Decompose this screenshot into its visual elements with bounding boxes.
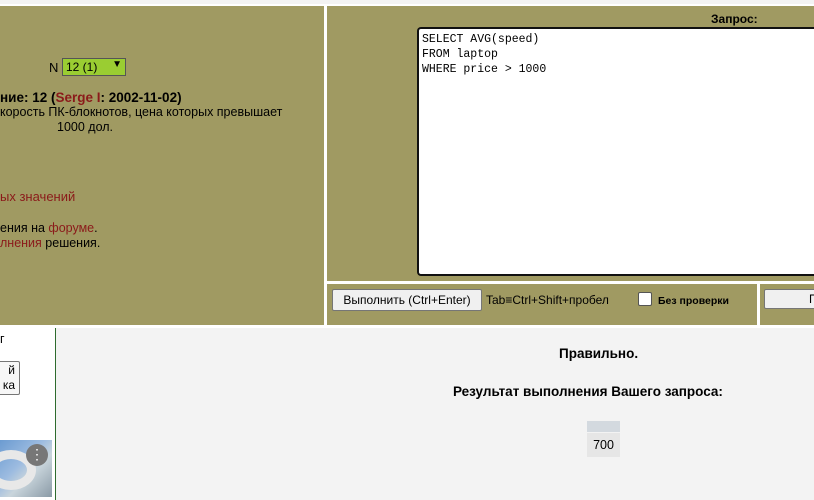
result-status: Правильно. [559, 346, 639, 361]
execution-line: лнения решения. [0, 236, 100, 250]
task-title: ние: 12 (Serge I: 2002-11-02) [0, 90, 182, 105]
task-title-date: : 2002-11-02) [100, 90, 182, 105]
task-panel [0, 6, 324, 325]
result-title: Результат выполнения Вашего запроса: [453, 384, 723, 399]
run-query-button[interactable]: Выполнить (Ctrl+Enter) [332, 289, 482, 311]
toolbar-divider [327, 281, 814, 284]
no-check-checkbox[interactable] [638, 292, 652, 306]
right-toolbar-button[interactable]: П [764, 289, 814, 309]
chevron-down-icon: ▼ [112, 59, 122, 70]
result-cell: 700 [587, 433, 620, 457]
execution-suffix: решения. [41, 236, 101, 250]
side-button[interactable]: й ка [0, 361, 20, 395]
query-label: Запрос: [711, 12, 758, 26]
values-link[interactable]: ых значений [0, 189, 75, 204]
result-column-header [587, 421, 620, 432]
task-number-label: N [49, 60, 59, 75]
side-text: г [0, 332, 5, 346]
forum-line: ения на форуме. [0, 221, 98, 235]
task-text-line2: 1000 дол. [57, 120, 114, 134]
results-divider [0, 325, 814, 328]
query-editor[interactable]: SELECT AVG(speed) FROM laptop WHERE pric… [417, 27, 814, 276]
forum-link[interactable]: форуме [48, 221, 94, 235]
no-check-label: Без проверки [658, 295, 729, 307]
execution-link[interactable]: лнения [0, 236, 42, 250]
task-number-select[interactable]: 12 (1) ▼ [62, 58, 126, 76]
task-title-prefix: ние: 12 ( [0, 90, 56, 105]
side-button-label: й ка [2, 363, 15, 392]
task-author-link[interactable]: Serge I [55, 90, 100, 105]
forum-suffix: . [94, 221, 98, 235]
side-image[interactable]: ⋮ [0, 440, 52, 497]
vertical-divider [324, 6, 327, 327]
toolbar-vertical-divider [757, 284, 760, 325]
forum-prefix: ения на [0, 221, 49, 235]
task-number-value: 12 (1) [66, 60, 98, 74]
task-text-line1: корость ПК-блокнотов, цена которых превы… [0, 105, 283, 119]
tab-hint: Tab≡Ctrl+Shift+пробел [486, 293, 609, 307]
more-vert-icon[interactable]: ⋮ [26, 444, 48, 466]
